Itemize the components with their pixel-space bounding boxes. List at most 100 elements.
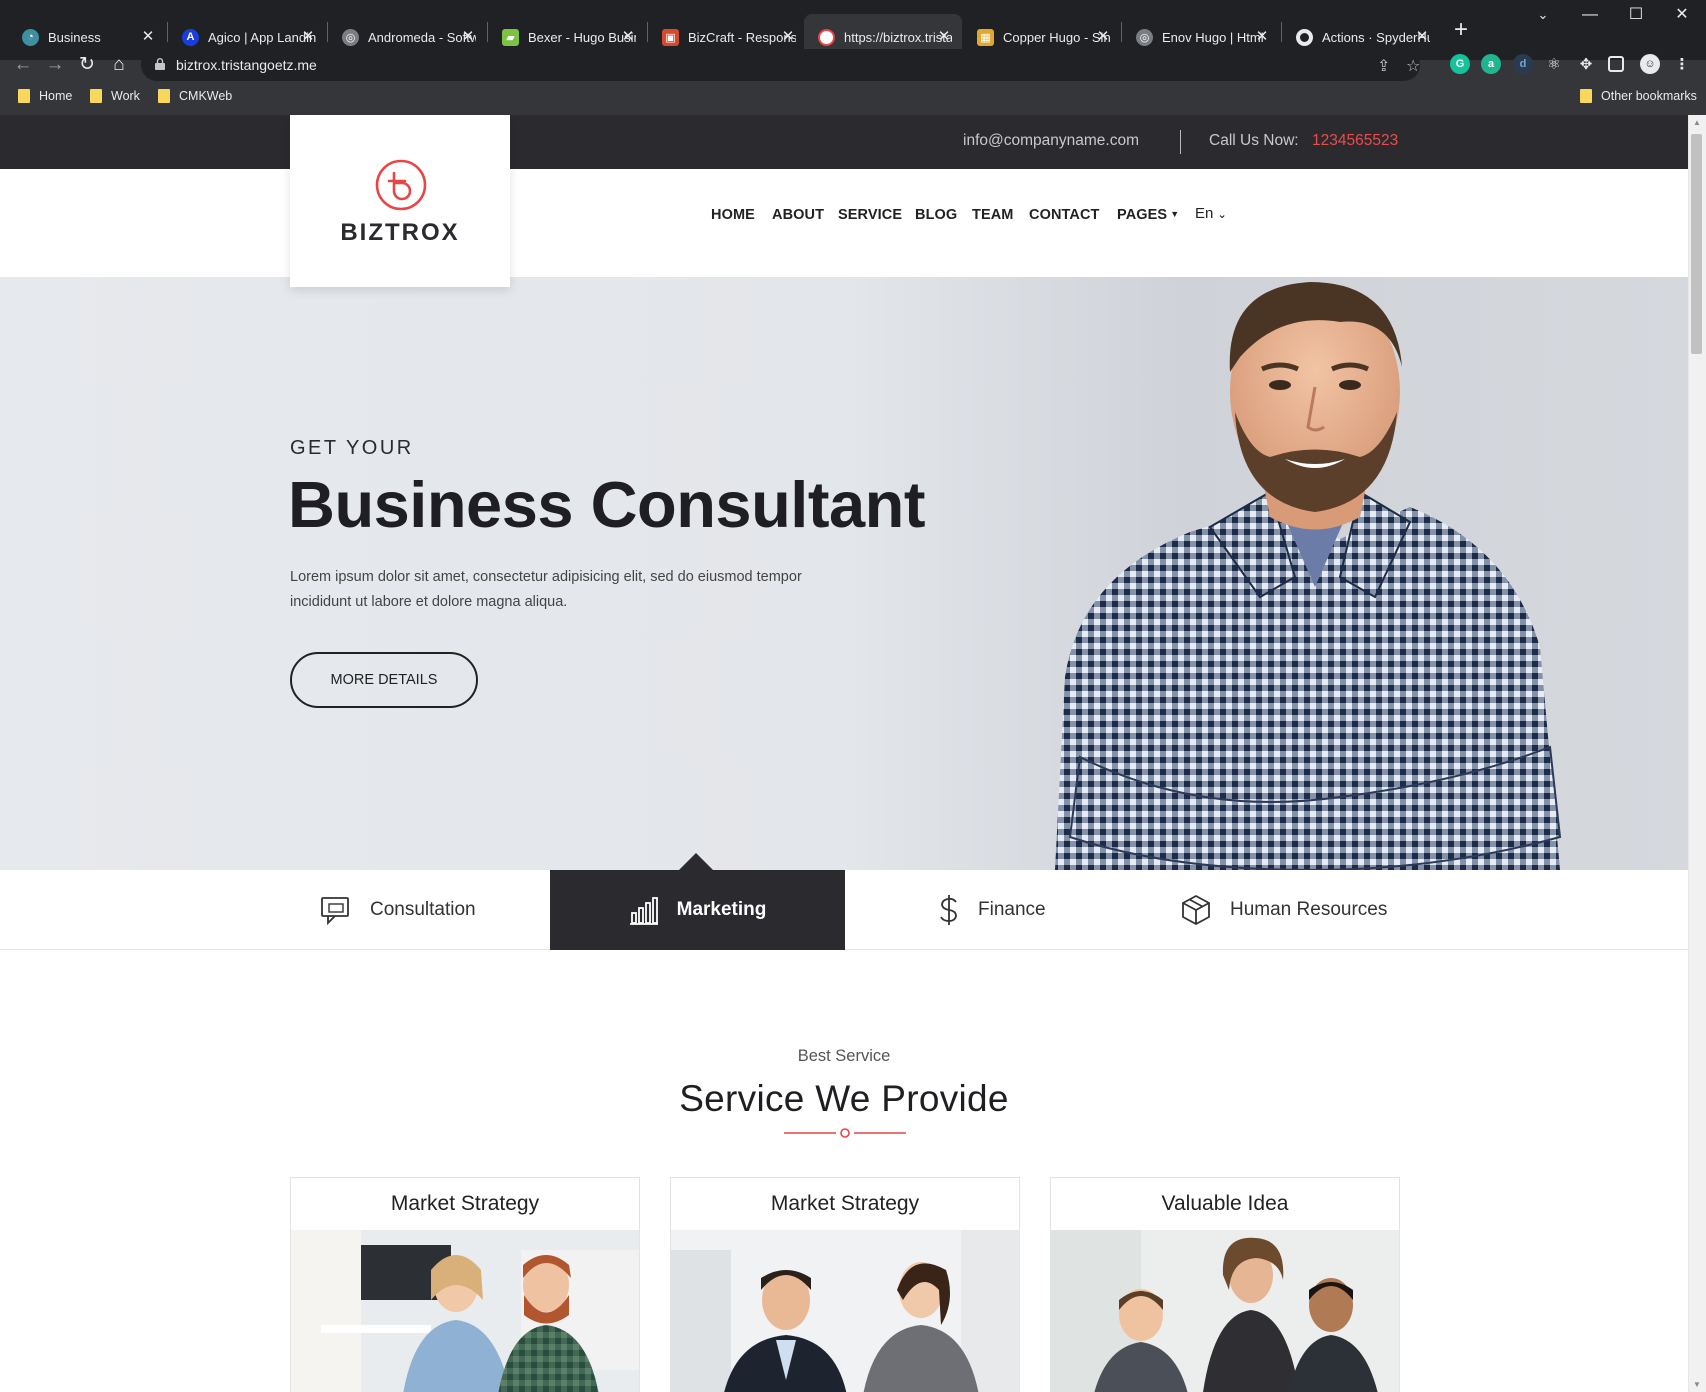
tab-favicon-icon: ▦ — [977, 28, 994, 46]
tab-favicon-icon — [818, 28, 835, 46]
feature-human-resources[interactable]: Human Resources — [1180, 870, 1387, 950]
share-icon[interactable]: ⇪ — [1377, 56, 1390, 76]
nav-contact[interactable]: CONTACT — [1029, 207, 1100, 223]
language-select[interactable]: En ⌄ — [1195, 205, 1227, 222]
dollar-icon — [940, 895, 957, 925]
hero-headline: Business Consultant — [288, 468, 925, 541]
call-label: Call Us Now: — [1209, 132, 1299, 149]
close-icon[interactable]: ✕ — [620, 28, 636, 46]
bookmark-cmkweb[interactable]: CMKWeb — [158, 89, 232, 103]
nav-team[interactable]: TEAM — [972, 207, 1013, 223]
service-card-title: Market Strategy — [770, 1192, 920, 1215]
window-close-icon[interactable]: ✕ — [1659, 4, 1705, 26]
title-divider-ornament — [784, 1128, 906, 1138]
close-icon[interactable]: ✕ — [140, 28, 156, 46]
bookmark-work[interactable]: Work — [90, 89, 140, 103]
top-contact-bar: info@companyname.com Call Us Now: 123456… — [0, 115, 1688, 169]
folder-icon — [1580, 89, 1592, 103]
address-bar[interactable]: biztrox.tristangoetz.me ⇪ ☆ — [141, 49, 1420, 81]
forward-icon[interactable]: → — [42, 52, 68, 78]
folder-icon — [90, 89, 102, 103]
extension-d-icon[interactable]: d — [1513, 54, 1533, 74]
chat-icon — [321, 897, 349, 926]
nav-about[interactable]: ABOUT — [772, 207, 824, 223]
chevron-down-icon: ⌄ — [1217, 209, 1227, 221]
tab-favicon-icon: A — [182, 28, 199, 46]
scroll-up-icon[interactable]: ▲ — [1690, 118, 1704, 127]
scrollbar-thumb[interactable] — [1691, 134, 1702, 354]
service-card[interactable]: Market Strategy — [670, 1177, 1020, 1392]
tab-favicon-icon: ▰ — [502, 28, 519, 46]
nav-home[interactable]: HOME — [711, 207, 755, 223]
section-subtitle: Best Service — [797, 1047, 891, 1065]
scroll-down-icon[interactable]: ▼ — [1690, 1380, 1704, 1389]
maximize-icon[interactable]: ☐ — [1613, 4, 1659, 26]
minimize-icon[interactable]: — — [1567, 4, 1613, 26]
close-icon[interactable]: ✕ — [1254, 28, 1270, 46]
bookmark-star-icon[interactable]: ☆ — [1406, 56, 1420, 76]
feature-consultation[interactable]: Consultation — [320, 870, 476, 950]
caret-down-icon: ▼ — [1170, 209, 1180, 219]
react-devtools-icon[interactable]: ⚛ — [1544, 54, 1564, 74]
feature-marketing[interactable]: Marketing — [550, 870, 845, 950]
feature-finance[interactable]: Finance — [938, 870, 1046, 950]
contact-phone[interactable]: 1234565523 — [1312, 132, 1398, 150]
folder-icon — [18, 89, 30, 103]
more-details-button[interactable]: MORE DETAILS — [290, 652, 478, 708]
active-tab-pointer — [679, 853, 713, 870]
contact-email[interactable]: info@companyname.com — [963, 132, 1139, 150]
service-card[interactable]: Market Strategy — [290, 1177, 640, 1392]
service-card-title: Valuable Idea — [1161, 1192, 1289, 1215]
close-icon[interactable]: ✕ — [1095, 28, 1111, 46]
bar-chart-icon — [629, 897, 658, 925]
globe-icon: ◎ — [1136, 28, 1153, 46]
service-card-image — [1051, 1230, 1399, 1392]
hero-kicker: GET YOUR — [290, 437, 414, 459]
back-icon[interactable]: ← — [10, 52, 36, 78]
hero-person-image — [1055, 282, 1562, 870]
bookmarks-bar: Home Work CMKWeb Other bookmarks — [0, 84, 1706, 115]
website: info@companyname.com Call Us Now: 123456… — [0, 115, 1688, 1392]
logo-mark-icon — [375, 159, 427, 211]
bookmark-home[interactable]: Home — [18, 89, 72, 103]
service-card[interactable]: Valuable Idea — [1050, 1177, 1400, 1392]
tab-favicon-icon: ◔ — [22, 28, 39, 46]
profile-avatar[interactable]: ☺ — [1640, 54, 1660, 74]
close-icon[interactable]: ✕ — [936, 28, 952, 46]
lock-icon — [155, 58, 165, 70]
nav-service[interactable]: SERVICE — [838, 207, 902, 223]
box-icon — [1182, 894, 1210, 926]
site-header: HOME ABOUT SERVICE BLOG TEAM CONTACT PAG… — [0, 169, 1688, 277]
extensions-puzzle-icon[interactable]: ✥ — [1576, 54, 1596, 74]
reload-icon[interactable]: ↻ — [74, 52, 100, 78]
divider — [1180, 130, 1181, 154]
globe-icon: ◎ — [342, 28, 359, 46]
brand-name: BIZTROX — [340, 219, 460, 246]
close-icon[interactable]: ✕ — [1414, 28, 1430, 46]
hero-section: GET YOUR Business Consultant Lorem ipsum… — [0, 277, 1688, 870]
folder-icon — [158, 89, 170, 103]
tab-search-icon[interactable]: ⌄ — [1520, 4, 1566, 26]
close-icon[interactable]: ✕ — [300, 28, 316, 46]
service-card-image — [291, 1230, 639, 1392]
browser-menu-icon[interactable]: ⋮ — [1672, 54, 1692, 74]
nav-pages-dropdown[interactable]: PAGES ▼ — [1117, 207, 1179, 223]
section-title: Service We Provide — [679, 1078, 1009, 1119]
service-card-image — [671, 1230, 1019, 1392]
home-icon[interactable]: ⌂ — [106, 52, 132, 78]
tab-favicon-icon: ▣ — [662, 28, 679, 46]
close-icon[interactable]: ✕ — [460, 28, 476, 46]
new-tab-icon[interactable]: + — [1448, 16, 1474, 44]
url-text: biztrox.tristangoetz.me — [176, 57, 317, 73]
grammarly-icon[interactable]: G — [1450, 54, 1470, 74]
side-panel-icon[interactable] — [1608, 56, 1624, 72]
service-card-title: Market Strategy — [390, 1192, 540, 1215]
nav-blog[interactable]: BLOG — [915, 207, 957, 223]
extension-a-icon[interactable]: a — [1481, 54, 1501, 74]
other-bookmarks[interactable]: Other bookmarks — [1580, 89, 1697, 103]
feature-tabs: Consultation Marketing Finance Human Res… — [0, 853, 1688, 950]
close-icon[interactable]: ✕ — [780, 28, 796, 46]
github-icon — [1296, 28, 1313, 46]
brand-logo[interactable]: BIZTROX — [290, 115, 510, 287]
browser-chrome: ◔ Business ✕ A Agico | App Landing ✕ ◎ A… — [0, 0, 1706, 115]
